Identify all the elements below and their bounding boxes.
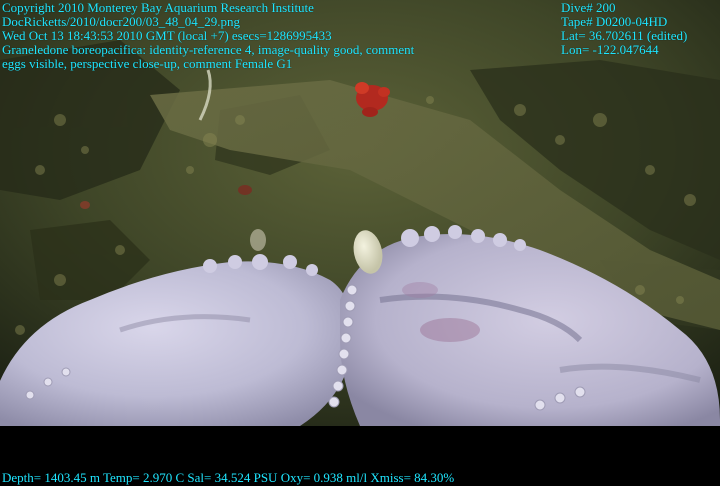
timestamp-text: Wed Oct 13 18:43:53 2010 GMT (local +7) … xyxy=(2,28,332,43)
file-path-text: DocRicketts/2010/docr200/03_48_04_29.png xyxy=(2,14,240,29)
longitude-text: Lon= -122.047644 xyxy=(561,42,659,57)
annotation-line-2: eggs visible, perspective close-up, comm… xyxy=(2,56,293,71)
video-frame: Copyright 2010 Monterey Bay Aquarium Res… xyxy=(0,0,720,486)
tape-number-text: Tape# D0200-04HD xyxy=(561,14,668,29)
annotation-line-1: Graneledone boreopacifica: identity-refe… xyxy=(2,42,415,57)
telemetry-text: Depth= 1403.45 m Temp= 2.970 C Sal= 34.5… xyxy=(2,470,455,485)
latitude-text: Lat= 36.702611 (edited) xyxy=(561,28,688,43)
copyright-text: Copyright 2010 Monterey Bay Aquarium Res… xyxy=(2,0,314,15)
dive-number-text: Dive# 200 xyxy=(561,0,616,15)
